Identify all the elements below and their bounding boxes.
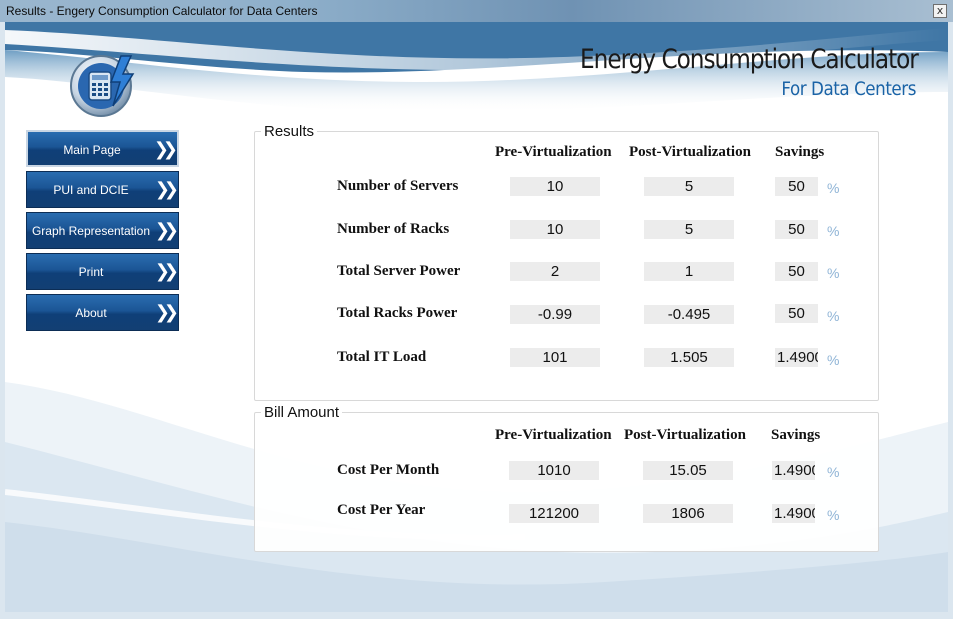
chevron-right-icon: ❯❯ xyxy=(154,302,179,323)
row-label-cost-per-month: Cost Per Month xyxy=(337,462,440,478)
header-post-virtualization: Post-Virtualization xyxy=(624,427,746,443)
header-savings: Savings xyxy=(775,144,825,160)
nav-print-button[interactable]: Print ❯❯ xyxy=(26,253,179,290)
side-navigation: Main Page ❯❯ PUI and DCIE ❯❯ Graph Repre… xyxy=(26,130,179,335)
row-label-cost-per-year: Cost Per Year xyxy=(337,502,426,518)
savings-cost-per-month: 1.4900 xyxy=(772,461,815,480)
chevron-right-icon: ❯❯ xyxy=(154,179,179,200)
results-group: Results Pre-Virtualization Post-Virtuali… xyxy=(254,123,879,401)
row-label-number-of-racks: Number of Racks xyxy=(337,221,450,237)
row-label-total-it-load: Total IT Load xyxy=(337,349,427,365)
post-number-of-servers: 5 xyxy=(644,177,734,196)
nav-about-button[interactable]: About ❯❯ xyxy=(26,294,179,331)
chevron-right-icon: ❯❯ xyxy=(153,139,178,160)
pre-cost-per-year: 121200 xyxy=(509,504,599,523)
row-label-total-server-power: Total Server Power xyxy=(337,263,461,279)
savings-total-racks-power: 50 xyxy=(775,304,818,323)
savings-number-of-servers: 50 xyxy=(775,177,818,196)
post-cost-per-month: 15.05 xyxy=(643,461,733,480)
window-title: Results - Engery Consumption Calculator … xyxy=(6,4,318,18)
pre-number-of-servers: 10 xyxy=(510,177,600,196)
nav-label: PUI and DCIE xyxy=(53,183,129,197)
row-label-number-of-servers: Number of Servers xyxy=(337,178,459,194)
savings-cost-per-year: 1.4900 xyxy=(772,504,815,523)
chevron-right-icon: ❯❯ xyxy=(154,261,179,282)
post-number-of-racks: 5 xyxy=(644,220,734,239)
percent-label: % xyxy=(827,352,840,368)
pre-total-racks-power: -0.99 xyxy=(510,305,600,324)
percent-label: % xyxy=(827,223,840,239)
percent-label: % xyxy=(827,464,840,480)
close-button[interactable]: x xyxy=(933,4,947,18)
header-pre-virtualization: Pre-Virtualization xyxy=(495,427,612,443)
savings-total-server-power: 50 xyxy=(775,262,818,281)
header-post-virtualization: Post-Virtualization xyxy=(629,144,751,160)
percent-label: % xyxy=(827,507,840,523)
nav-graph-representation-button[interactable]: Graph Representation ❯❯ xyxy=(26,212,179,249)
chevron-right-icon: ❯❯ xyxy=(154,220,179,241)
post-total-server-power: 1 xyxy=(644,262,734,281)
header-pre-virtualization: Pre-Virtualization xyxy=(495,144,612,160)
results-legend: Results xyxy=(261,123,318,140)
bill-amount-group: Bill Amount Pre-Virtualization Post-Virt… xyxy=(254,404,879,552)
post-cost-per-year: 1806 xyxy=(643,504,733,523)
percent-label: % xyxy=(827,180,840,196)
pre-number-of-racks: 10 xyxy=(510,220,600,239)
post-total-racks-power: -0.495 xyxy=(644,305,734,324)
app-window: Results - Engery Consumption Calculator … xyxy=(0,0,953,619)
percent-label: % xyxy=(827,308,840,324)
post-total-it-load: 1.505 xyxy=(644,348,734,367)
nav-pui-dcie-button[interactable]: PUI and DCIE ❯❯ xyxy=(26,171,179,208)
bill-amount-legend: Bill Amount xyxy=(261,404,343,421)
row-label-total-racks-power: Total Racks Power xyxy=(337,305,458,321)
savings-total-it-load: 1.4900 xyxy=(775,348,818,367)
app-title: Energy Consumption Calculator xyxy=(580,44,919,75)
nav-main-page-button[interactable]: Main Page ❯❯ xyxy=(26,130,179,167)
pre-cost-per-month: 1010 xyxy=(509,461,599,480)
nav-label: Graph Representation xyxy=(31,224,151,238)
client-area: Energy Consumption Calculator For Data C… xyxy=(5,22,948,612)
percent-label: % xyxy=(827,265,840,281)
header-savings: Savings xyxy=(771,427,821,443)
pre-total-server-power: 2 xyxy=(510,262,600,281)
title-bar[interactable]: Results - Engery Consumption Calculator … xyxy=(0,0,953,22)
pre-total-it-load: 101 xyxy=(510,348,600,367)
nav-label: Print xyxy=(78,265,104,279)
nav-label: About xyxy=(75,306,107,320)
nav-label: Main Page xyxy=(63,143,121,157)
app-subtitle: For Data Centers xyxy=(781,78,916,100)
savings-number-of-racks: 50 xyxy=(775,220,818,239)
calculator-logo-icon xyxy=(70,55,135,117)
